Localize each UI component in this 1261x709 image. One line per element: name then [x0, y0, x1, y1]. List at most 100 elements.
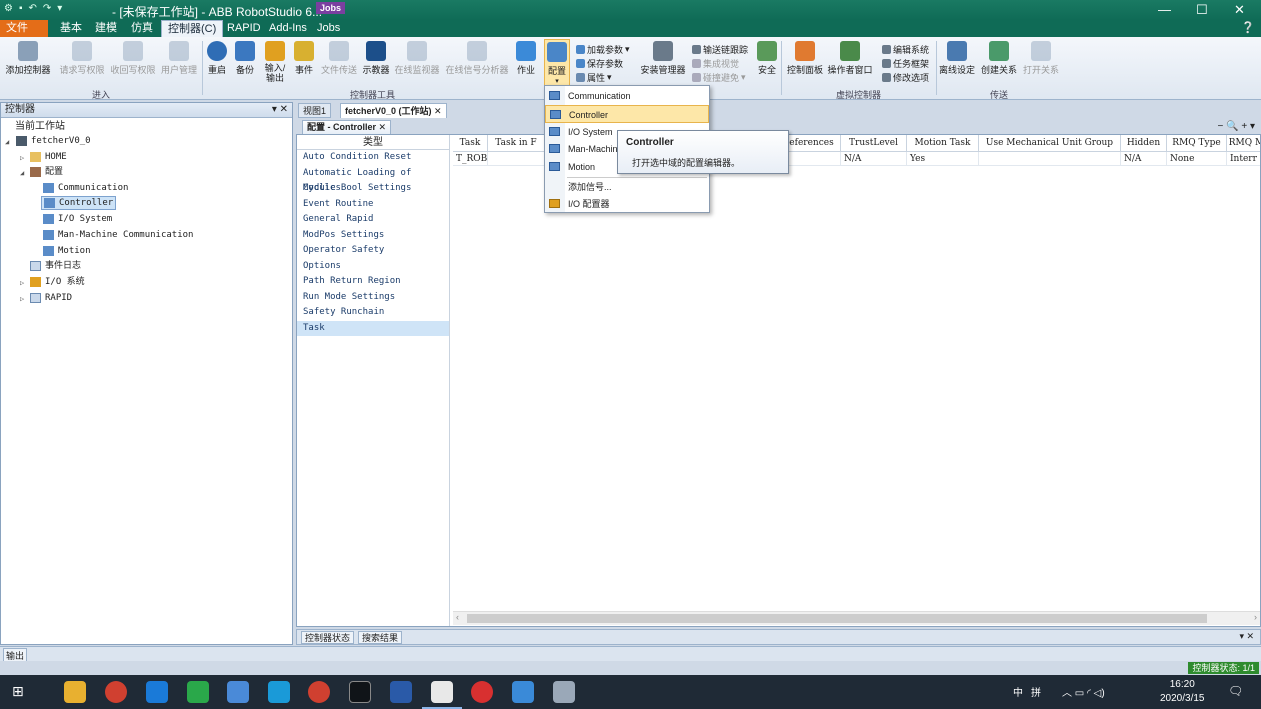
add-controller-button[interactable]: 添加控制器 [4, 41, 52, 76]
wechat-icon[interactable] [187, 681, 209, 703]
tree-node-man-machine[interactable]: Man-Machine Communication [43, 228, 193, 242]
minimize-button[interactable]: — [1158, 2, 1171, 17]
collision-avoidance-button[interactable]: 碰撞避免 ▾ [692, 71, 746, 84]
app-icon[interactable] [512, 681, 534, 703]
tray-ime[interactable]: 拼 [1031, 684, 1041, 699]
tab-file[interactable]: 文件 (F) [0, 20, 48, 50]
tree-node-io-system[interactable]: I/O System [43, 212, 112, 226]
scroll-left-icon[interactable]: ‹ [456, 612, 459, 622]
restart-button[interactable]: 重启 [206, 41, 228, 76]
tree-node-rapid[interactable]: RAPID [30, 291, 72, 305]
help-icon[interactable]: ❔ [1241, 21, 1255, 34]
modify-options-button[interactable]: 修改选项 [882, 71, 929, 84]
grid-cell[interactable] [783, 152, 841, 166]
grid-cell[interactable] [488, 152, 545, 166]
properties-button[interactable]: 属性 ▾ [576, 71, 612, 84]
task-frames-button[interactable]: 任务框架 [882, 57, 929, 70]
jobs-button[interactable]: 作业 [514, 41, 538, 76]
tab-addins[interactable]: Add-Ins [263, 20, 313, 37]
close-button[interactable]: ✕ [1234, 2, 1245, 18]
type-item[interactable]: Cyclic Bool Settings [297, 181, 449, 197]
signal-analyzer-button[interactable]: 在线信号分析器 [444, 41, 510, 76]
tree-node-communication[interactable]: Communication [43, 181, 128, 195]
online-monitor-button[interactable]: 在线监视器 [393, 41, 441, 76]
file-explorer-icon[interactable] [64, 681, 86, 703]
tab-simulation[interactable]: 仿真 [125, 20, 159, 37]
tree-node-controller[interactable]: fetcherV0_0 [16, 134, 91, 148]
bottom-panel-controls[interactable]: ▾ ✕ [1239, 631, 1254, 642]
installation-manager-button[interactable]: 安装管理器 [640, 41, 686, 76]
column-header[interactable]: RMQ Type [1167, 135, 1227, 152]
type-item[interactable]: Path Return Region [297, 274, 449, 290]
create-relation-button[interactable]: 创建关系 [979, 41, 1019, 76]
control-panel-button[interactable]: 控制面板 [785, 41, 825, 76]
column-header[interactable]: Task [453, 135, 488, 152]
type-item[interactable]: Run Mode Settings [297, 290, 449, 306]
undo-icon[interactable]: ↶ [29, 3, 37, 14]
app-icon[interactable] [227, 681, 249, 703]
type-item[interactable]: Automatic Loading of Modules [297, 166, 449, 193]
column-header[interactable]: Hidden [1121, 135, 1167, 152]
integrated-vision-button[interactable]: 集成视觉 [692, 57, 739, 70]
collapse-icon[interactable]: ◢ [5, 138, 9, 146]
conveyor-tracking-button[interactable]: 输送链跟踪 [692, 43, 748, 56]
column-header[interactable]: Task in F [488, 135, 545, 152]
column-header[interactable]: TrustLevel [841, 135, 907, 152]
app-icon[interactable] [553, 681, 575, 703]
tab-view1[interactable]: 视图1 [298, 103, 332, 118]
expand-icon[interactable]: ▷ [20, 154, 24, 162]
tab-controller[interactable]: 控制器(C) [161, 20, 224, 37]
tab-jobs[interactable]: Jobs [311, 20, 346, 37]
request-write-button[interactable]: 请求写权限 [59, 41, 105, 76]
menu-item-add-signals[interactable]: 添加信号... [545, 178, 709, 196]
open-relation-button[interactable]: 打开关系 [1021, 41, 1061, 76]
menu-item-io-configurator[interactable]: I/O 配置器 [545, 195, 709, 213]
user-management-button[interactable]: 用户管理 [160, 41, 198, 76]
edge-icon[interactable] [146, 681, 168, 703]
column-header[interactable]: eferences [783, 135, 841, 152]
tab-rapid[interactable]: RAPID [221, 20, 267, 37]
type-item[interactable]: General Rapid [297, 212, 449, 228]
type-item[interactable]: Options [297, 259, 449, 275]
tree-node-configuration[interactable]: 配置 [30, 165, 63, 179]
redo-icon[interactable]: ↷ [43, 3, 51, 14]
flexpendant-button[interactable]: 示教器 [361, 41, 391, 76]
release-write-button[interactable]: 收回写权限 [109, 41, 157, 76]
tree-node-motion[interactable]: Motion [43, 244, 91, 258]
tree-node-current-station[interactable]: 当前工作站 [15, 120, 65, 134]
type-item[interactable]: Operator Safety [297, 243, 449, 259]
type-item[interactable]: Auto Condition Reset [297, 150, 449, 166]
windows-start-icon[interactable]: ⊞ [12, 683, 24, 700]
load-parameters-button[interactable]: 加载参数 ▾ [576, 43, 630, 56]
tree-node-home[interactable]: HOME [30, 150, 67, 164]
chrome-icon[interactable] [105, 681, 127, 703]
column-header[interactable]: Motion Task [907, 135, 979, 152]
type-item[interactable]: Safety Runchain [297, 305, 449, 321]
close-tab-icon[interactable]: ✕ [379, 122, 387, 132]
tab-basic[interactable]: 基本 [54, 20, 88, 37]
tree-node-controller-topic[interactable]: Controller [41, 196, 117, 210]
menu-item-controller[interactable]: Controller [545, 105, 709, 123]
backup-button[interactable]: 备份 [233, 41, 257, 76]
expand-icon[interactable]: ▷ [20, 279, 24, 287]
io-button[interactable]: 输入/ 输出 [261, 41, 289, 83]
column-header[interactable]: Use Mechanical Unit Group [979, 135, 1121, 152]
type-item-selected[interactable]: Task [297, 320, 449, 336]
scrollbar-thumb[interactable] [467, 614, 1207, 623]
customize-icon[interactable]: ▾ [57, 3, 62, 14]
tray-icons[interactable]: ︿ ▭ ◜ ◁) [1062, 684, 1105, 699]
netease-music-icon[interactable] [471, 681, 493, 703]
collapse-icon[interactable]: ◢ [20, 169, 24, 177]
tree-node-event-log[interactable]: 事件日志 [30, 259, 81, 273]
scroll-right-icon[interactable]: › [1254, 612, 1257, 622]
terminal-icon[interactable] [349, 681, 371, 703]
save-parameters-button[interactable]: 保存参数 [576, 57, 623, 70]
word-icon[interactable] [390, 681, 412, 703]
tree-node-io-signals[interactable]: I/O 系统 [30, 275, 85, 289]
grid-cell[interactable]: None [1167, 152, 1227, 166]
horizontal-scrollbar[interactable]: ‹ › [453, 611, 1260, 625]
save-icon[interactable]: ▪ [19, 3, 23, 14]
tab-modeling[interactable]: 建模 [89, 20, 123, 37]
tab-search-results[interactable]: 搜索结果 [358, 631, 403, 644]
menu-item-communication[interactable]: Communication [545, 87, 709, 105]
